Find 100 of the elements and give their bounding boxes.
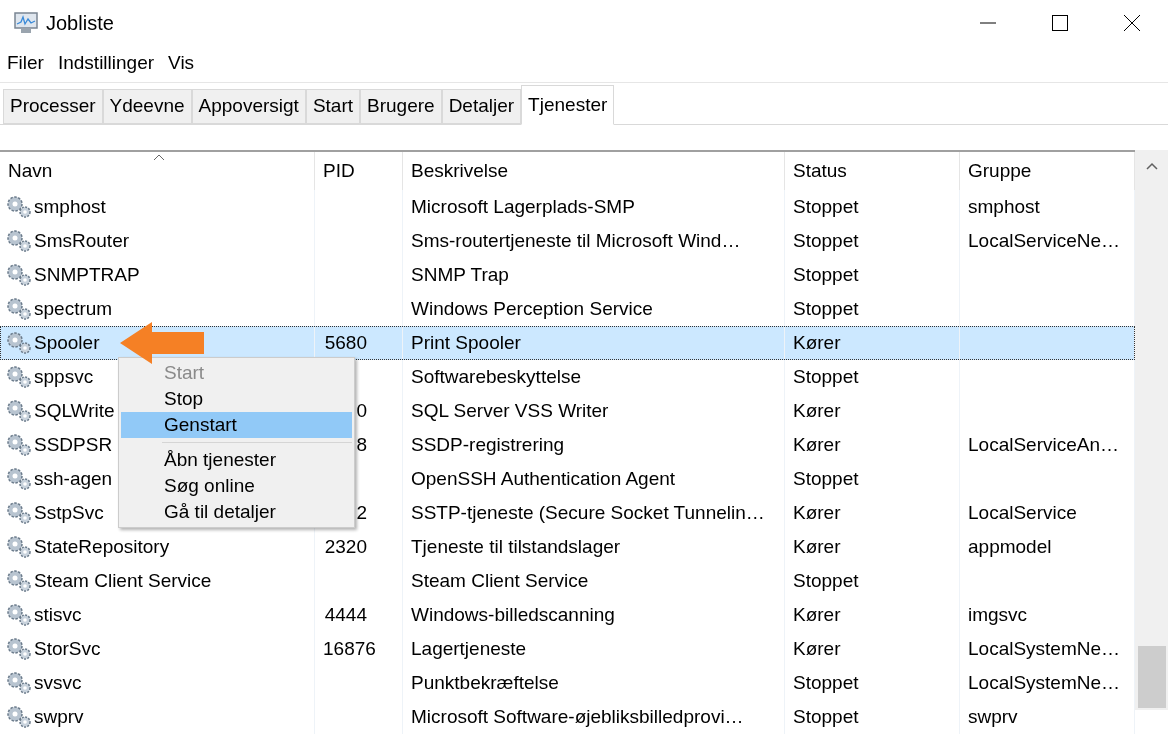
table-cell-text: LocalServiceAn… <box>968 432 1120 457</box>
table-cell-text: Kører <box>793 636 841 661</box>
table-cell-text: Kører <box>793 432 841 457</box>
table-cell-text: 16876 <box>323 636 376 661</box>
gears-icon <box>6 399 32 423</box>
scroll-up-icon[interactable] <box>1145 162 1158 170</box>
table-cell-text: appmodel <box>968 534 1052 559</box>
monitor-icon <box>12 10 40 35</box>
table-row[interactable]: Steam Client Service Steam Client Service Stoppet <box>0 564 1135 598</box>
context-menu-item[interactable]: Søg online <box>121 473 352 499</box>
table-cell-text: sppsvc <box>34 364 94 389</box>
table-cell-text: SSDP-registrering <box>411 432 565 457</box>
column-header[interactable]: Status <box>785 152 960 190</box>
gears-icon <box>6 637 32 661</box>
table-cell-text: SSTP-tjeneste (Secure Socket Tunnelin… <box>411 500 765 525</box>
sort-caret-icon <box>153 154 165 161</box>
table-cell-text: LocalSystemNe… <box>968 670 1121 695</box>
table-cell-text: SNMPTRAP <box>34 262 140 287</box>
maximize-icon[interactable] <box>1052 14 1068 31</box>
column-header[interactable]: Beskrivelse <box>403 152 785 190</box>
table-cell-text: Stoppet <box>793 228 859 253</box>
window-title: Jobliste <box>46 10 114 36</box>
table-cell-text: LocalSystemNe… <box>968 636 1121 661</box>
table-cell-text: smphost <box>34 194 106 219</box>
table-cell-text: Kører <box>793 602 841 627</box>
table-cell-text: 2 <box>355 500 367 525</box>
table-cell-text: Microsoft Lagerplads-SMP <box>411 194 635 219</box>
table-cell-text: Windows-billedscanning <box>411 602 615 627</box>
table-cell-text: Softwarebeskyttelse <box>411 364 582 389</box>
table-row[interactable]: stisvc 4444 Windows-billedscanning Kører imgsvc <box>0 598 1135 632</box>
table-cell-text: ssh-agen <box>34 466 113 491</box>
gears-icon <box>6 501 32 525</box>
gears-icon <box>6 603 32 627</box>
column-header[interactable]: PID <box>315 152 403 190</box>
table-cell-text: stisvc <box>34 602 82 627</box>
table-row[interactable]: svsvc Punktbekræftelse Stoppet LocalSystemNe… <box>0 666 1135 700</box>
table-cell-text: Microsoft Software-øjebliksbilledprovi… <box>411 704 744 729</box>
gears-icon <box>6 263 32 287</box>
table-row[interactable]: smphost Microsoft Lagerplads-SMP Stoppet smphost <box>0 190 1135 224</box>
table-cell-text: Steam Client Service <box>34 568 212 593</box>
table-cell-text: SmsRouter <box>34 228 130 253</box>
table-cell-text: Steam Client Service <box>411 568 589 593</box>
table-row[interactable]: StorSvc 16876 Lagertjeneste Kører LocalSystemNe… <box>0 632 1135 666</box>
table-cell-text: Spooler <box>34 330 100 355</box>
table-row[interactable]: Spooler 5680 Print Spooler Kører <box>0 326 1135 360</box>
scroll-thumb[interactable] <box>1137 646 1166 708</box>
table-cell-text: Kører <box>793 500 841 525</box>
tab[interactable]: Start <box>305 89 360 124</box>
table-cell-text: Print Spooler <box>411 330 521 355</box>
table-cell-text: Stoppet <box>793 194 859 219</box>
tab[interactable]: Brugere <box>360 89 442 124</box>
table-cell-text: svsvc <box>34 670 82 695</box>
table-cell-text: StateRepository <box>34 534 170 559</box>
tab[interactable]: Detaljer <box>441 89 522 124</box>
table-cell-text: Stoppet <box>793 466 859 491</box>
table-cell-text: 0 <box>355 398 367 423</box>
tab[interactable]: Appoversigt <box>191 89 306 124</box>
context-menu-item[interactable]: Genstart <box>121 412 352 438</box>
table-cell-text: Stoppet <box>793 704 859 729</box>
menu-item[interactable]: Indstillinger <box>57 49 155 78</box>
column-header[interactable]: Navn <box>0 152 315 190</box>
table-cell-text: 4444 <box>323 602 367 627</box>
table-cell-text: 2320 <box>323 534 367 559</box>
gears-icon <box>6 229 32 253</box>
table-cell-text: Stoppet <box>793 568 859 593</box>
table-row[interactable]: SNMPTRAP SNMP Trap Stoppet <box>0 258 1135 292</box>
menu-item[interactable]: Vis <box>168 49 195 78</box>
table-cell-text: Kører <box>793 398 841 423</box>
table-cell-text: LocalService <box>968 500 1077 525</box>
gears-icon <box>6 671 32 695</box>
table-cell-text: Stoppet <box>793 670 859 695</box>
table-cell-text: swprv <box>968 704 1018 729</box>
table-row[interactable]: StateRepository 2320 Tjeneste til tilstandslager Kører appmodel <box>0 530 1135 564</box>
table-cell-text: SSDPSR <box>34 432 113 457</box>
gears-icon <box>6 569 32 593</box>
table-cell-text: spectrum <box>34 296 113 321</box>
table-cell-text: LocalServiceNe… <box>968 228 1121 253</box>
tab[interactable]: Ydeevne <box>102 89 192 124</box>
table-cell-text: Stoppet <box>793 296 859 321</box>
table-cell-text: Kører <box>793 330 841 355</box>
menu-item[interactable]: Filer <box>7 49 44 78</box>
table-cell-text: 5680 <box>323 330 367 355</box>
gears-icon <box>6 195 32 219</box>
gears-icon <box>6 331 32 355</box>
table-cell-text: SstpSvc <box>34 500 104 525</box>
tab[interactable]: Processer <box>3 89 103 124</box>
table-row[interactable]: SmsRouter Sms-routertjeneste til Microsoft Wind… Stoppet LocalServiceNe… <box>0 224 1135 258</box>
table-cell-text: Kører <box>793 534 841 559</box>
table-cell-text: smphost <box>968 194 1040 219</box>
gears-icon <box>6 467 32 491</box>
table-cell-text: Lagertjeneste <box>411 636 527 661</box>
context-menu-item[interactable]: Gå til detaljer <box>121 499 352 525</box>
scrollbar[interactable] <box>1135 150 1168 710</box>
table-row[interactable]: swprv Microsoft Software-øjebliksbilledprovi… Stoppet swprv <box>0 700 1135 734</box>
close-icon[interactable] <box>1124 14 1140 31</box>
tab[interactable]: Tjenester <box>521 85 615 125</box>
table-cell-text: Stoppet <box>793 262 859 287</box>
table-cell-text: SQLWrite <box>34 398 115 423</box>
gears-icon <box>6 433 32 457</box>
table-cell-text: imgsvc <box>968 602 1028 627</box>
